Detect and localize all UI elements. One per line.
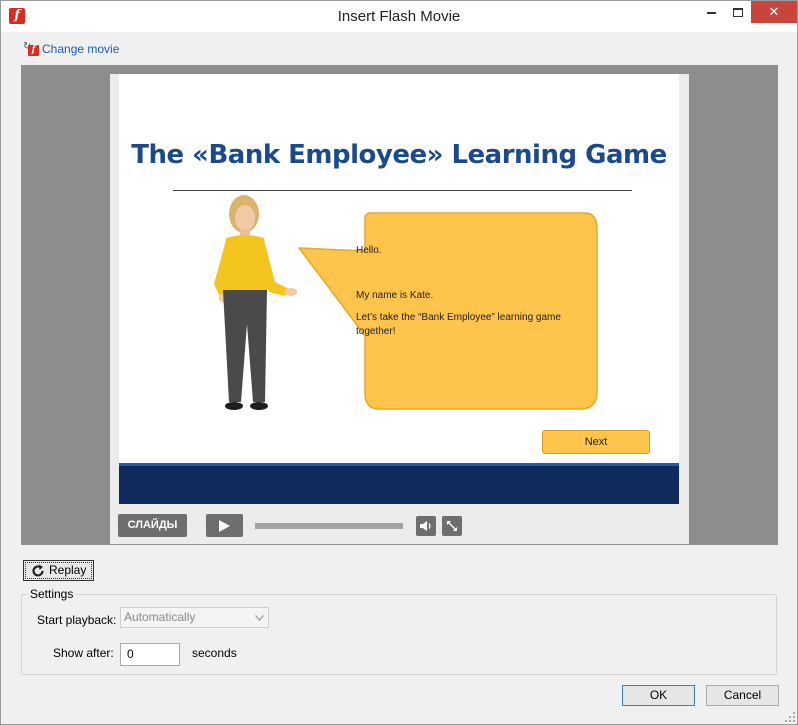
bubble-line-hello: Hello. [356,245,382,256]
change-movie-link[interactable]: ↻f Change movie [23,41,119,57]
replay-label: Replay [49,563,87,577]
volume-button[interactable] [416,516,436,536]
movie-preview-area: The «Bank Employee» Learning Game Hello.… [21,65,778,545]
dialog-window: f Insert Flash Movie ✕ ↻f Change movie T… [0,0,798,725]
play-button[interactable] [206,514,243,537]
fullscreen-icon [447,521,457,531]
change-movie-label: Change movie [42,42,120,56]
close-button[interactable]: ✕ [751,1,797,23]
seconds-label: seconds [192,646,237,660]
fullscreen-button[interactable] [442,516,462,536]
flash-file-icon: ↻f [23,42,39,56]
start-playback-select[interactable]: Automatically [120,607,269,628]
bubble-line-name: My name is Kate. [356,290,434,301]
cancel-button[interactable]: Cancel [706,685,779,706]
window-title: Insert Flash Movie [337,8,461,25]
ok-button[interactable]: OK [622,685,695,706]
seek-bar[interactable] [255,523,403,529]
slide-title: The «Bank Employee» Learning Game [131,140,667,170]
slide-footer-band [119,463,679,504]
maximize-icon [733,8,743,18]
title-bar: f Insert Flash Movie ✕ [1,1,797,32]
minimize-icon [706,11,716,14]
play-icon [219,520,230,532]
start-playback-label: Start playback: [37,613,117,627]
presenter-illustration [214,195,297,410]
settings-legend: Settings [27,587,77,601]
resize-grip-icon[interactable] [784,711,796,723]
flash-player: The «Bank Employee» Learning Game Hello.… [110,74,689,544]
slides-button[interactable]: СЛАЙДЫ [118,514,187,537]
slide-canvas: The «Bank Employee» Learning Game Hello.… [119,74,679,504]
chevron-down-icon [255,615,264,621]
speaker-icon [420,521,431,531]
replay-button[interactable]: Replay [23,560,94,581]
title-divider [173,190,632,191]
settings-group: Settings Start playback: Automatically S… [21,587,777,675]
bubble-line-invite: Let’s take the “Bank Employee” learning … [356,312,561,337]
maximize-button[interactable] [725,1,751,23]
slide-next-button[interactable]: Next [542,430,650,454]
start-playback-value: Automatically [124,610,196,624]
player-controls: СЛАЙДЫ [110,511,689,541]
show-after-input[interactable]: 0 [120,643,180,666]
replay-icon [32,564,44,577]
show-after-label: Show after: [53,646,114,660]
minimize-button[interactable] [697,1,725,23]
